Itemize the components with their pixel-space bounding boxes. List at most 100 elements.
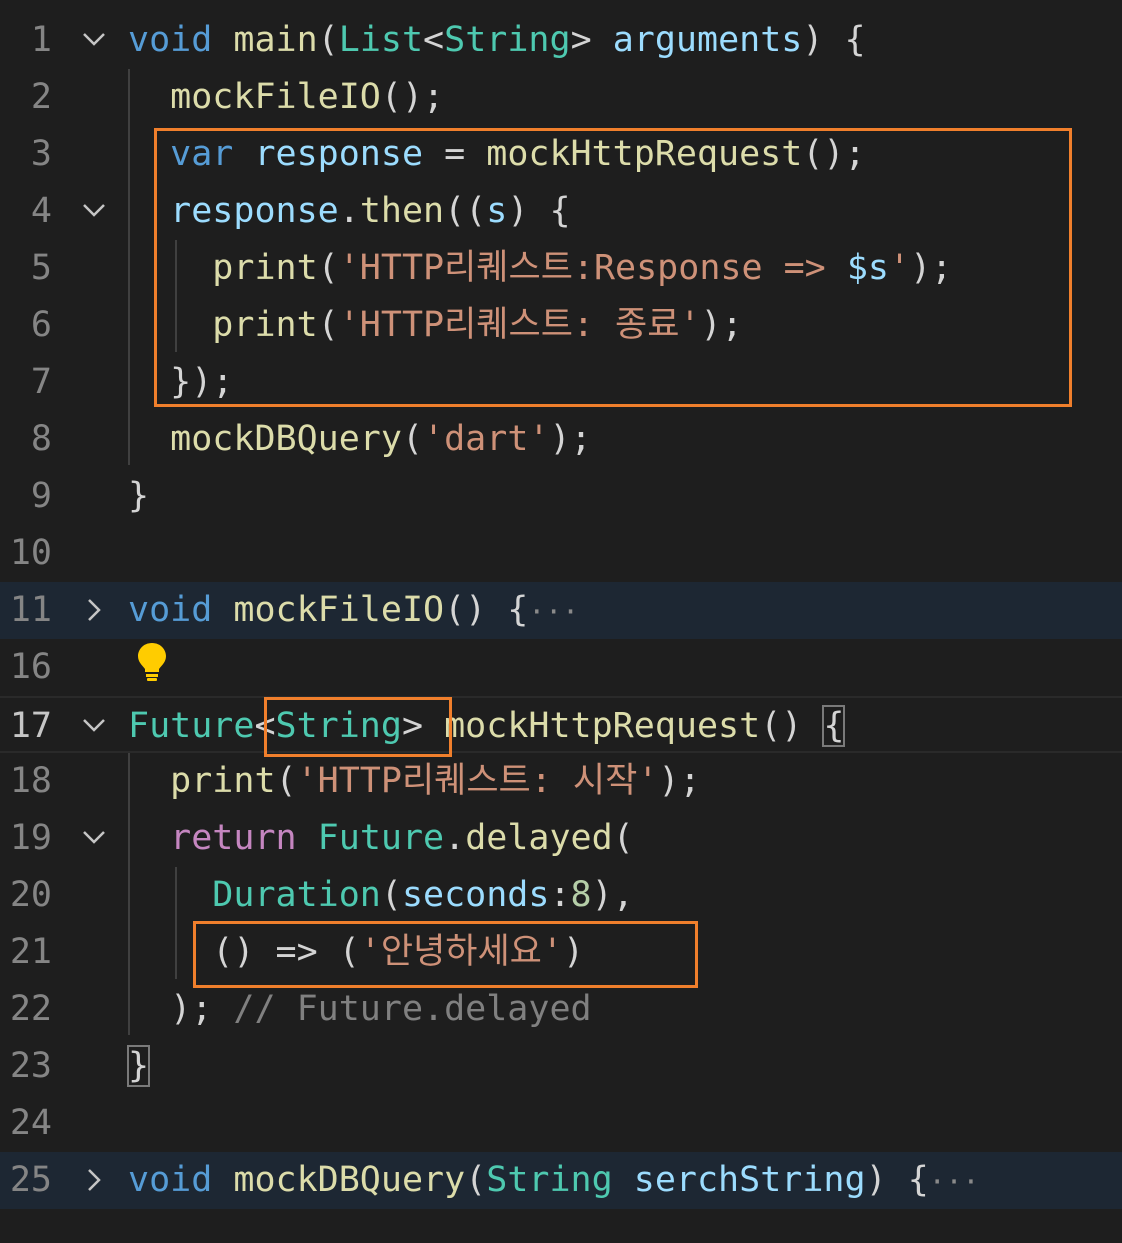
code-line[interactable]: 10 [0,525,1122,582]
code-token: ); [700,305,743,345]
line-number: 1 [30,20,52,60]
code-token: : [549,875,571,915]
code-line[interactable]: 7 }); [0,354,1122,411]
code-token: ( [275,761,297,801]
code-token: ··· [928,1165,980,1198]
code-token: 8 [570,875,592,915]
code-token: ( [317,305,339,345]
code-token: mockDBQuery [170,419,402,459]
code-token: . [338,191,360,231]
code-token: ); [658,761,701,801]
code-line[interactable]: 21 () => ('안녕하세요') [0,924,1122,981]
code-token: String [486,1160,613,1200]
code-text: } [126,1038,151,1095]
code-editor[interactable]: 1 void main(List<String> arguments) {2 mo… [0,0,1122,1243]
code-token: ); [170,989,234,1029]
code-token: mockHttpRequest [444,706,761,746]
code-line[interactable]: 3 var response = mockHttpRequest(); [0,126,1122,183]
code-line[interactable]: 16 [0,639,1122,696]
code-line[interactable]: 20 Duration(seconds:8), [0,867,1122,924]
code-token: () [760,706,824,746]
line-number: 3 [30,134,52,174]
code-text: Duration(seconds:8), [128,867,634,924]
code-token: . [444,818,466,858]
code-token: Future [128,706,255,746]
line-number: 2 [30,77,52,117]
code-token: serchString [633,1160,866,1200]
code-token: } [126,1045,151,1087]
chevron-right-icon[interactable] [76,1152,112,1230]
code-line[interactable]: 1 void main(List<String> arguments) { [0,12,1122,69]
code-line[interactable]: 6 print('HTTP리퀘스트: 종료'); [0,297,1122,354]
code-token: delayed [465,818,613,858]
code-line[interactable]: 18 print('HTTP리퀘스트: 시작'); [0,753,1122,810]
code-text: print('HTTP리퀘스트: 시작'); [128,753,701,810]
code-line[interactable]: 8 mockDBQuery('dart'); [0,411,1122,468]
code-token: then [359,191,445,231]
code-text: return Future.delayed( [128,810,634,867]
line-number: 10 [9,533,52,573]
code-token: String [444,20,571,60]
code-token: response [254,134,424,174]
code-line[interactable]: 5 print('HTTP리퀘스트:Response => $s'); [0,240,1122,297]
line-number: 21 [9,932,52,972]
code-line[interactable]: 2 mockFileIO(); [0,69,1122,126]
lightbulb-icon[interactable] [136,641,168,683]
code-token: ) { [802,20,866,60]
code-token: (( [444,191,487,231]
code-text: print('HTTP리퀘스트: 종료'); [128,297,743,354]
code-token: Duration [212,875,381,915]
code-text: Future<String> mockHttpRequest() { [128,698,846,755]
code-line[interactable]: 22 ); // Future.delayed [0,981,1122,1038]
code-token: 'HTTP리퀘스트: 시작' [296,761,659,801]
code-line[interactable]: 23} [0,1038,1122,1095]
line-number: 23 [9,1046,52,1086]
code-token: seconds [401,875,550,915]
code-token: 'dart' [423,419,550,459]
line-number: 19 [9,818,52,858]
code-line[interactable]: 9} [0,468,1122,525]
code-token: return [170,818,297,858]
line-number: 4 [30,191,52,231]
code-token: (); [802,134,866,174]
code-token: ) { [865,1160,929,1200]
code-line[interactable]: 17 Future<String> mockHttpRequest() { [0,696,1122,753]
code-token: mockHttpRequest [486,134,803,174]
code-token: < [423,20,445,60]
line-number: 24 [9,1103,52,1143]
code-line[interactable]: 19 return Future.delayed( [0,810,1122,867]
code-text: response.then((s) { [128,183,570,240]
code-token: ( [317,248,339,288]
code-line[interactable]: 11 void mockFileIO() {··· [0,582,1122,639]
line-number: 6 [30,305,52,345]
code-token: ), [591,875,634,915]
code-token: void [128,20,213,60]
code-token: () => ( [212,932,360,972]
code-token: ( [465,1160,487,1200]
code-token: var [170,134,234,174]
line-number: 22 [9,989,52,1029]
code-line[interactable]: 24 [0,1095,1122,1152]
code-line[interactable]: 4 response.then((s) { [0,183,1122,240]
code-token: mockFileIO [233,590,445,630]
code-token: // Future.delayed [233,989,592,1029]
code-text: }); [128,354,233,411]
code-token: ); [549,419,592,459]
code-token: ' [888,248,911,288]
code-text: mockDBQuery('dart'); [128,411,592,468]
code-line[interactable]: 25 void mockDBQuery(String serchString) {… [0,1152,1122,1209]
line-number: 11 [9,590,52,630]
